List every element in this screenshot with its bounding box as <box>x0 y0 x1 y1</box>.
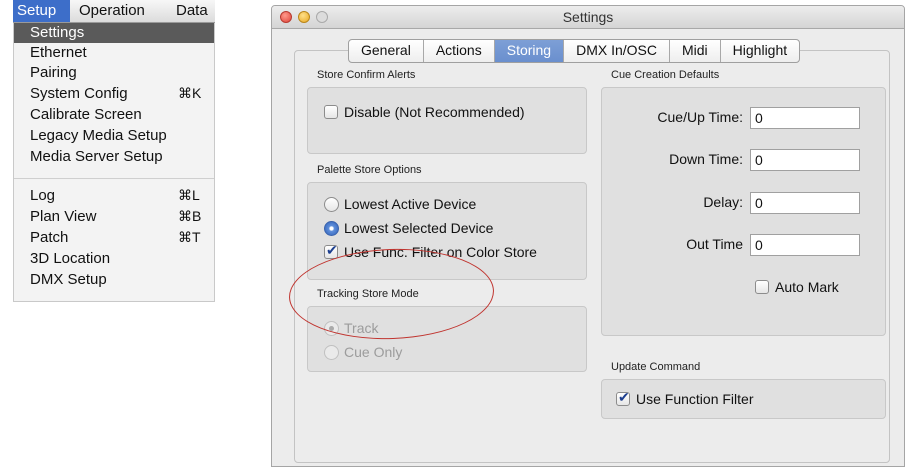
tab-actions[interactable]: Actions <box>424 40 495 62</box>
window-title: Settings <box>562 9 614 25</box>
radio-button-disabled <box>324 345 339 360</box>
menu-shortcut: ⌘L <box>178 187 200 203</box>
menu-item-pairing[interactable]: Pairing <box>14 63 214 83</box>
tab-storing[interactable]: Storing <box>494 40 565 62</box>
setup-dropdown: Settings Ethernet Pairing System Config ⌘… <box>13 23 215 302</box>
menu-item-label: Settings <box>30 24 85 41</box>
menu-item-label: Patch <box>30 229 69 246</box>
menu-item-system-config[interactable]: System Config ⌘K <box>14 84 214 104</box>
menu-item-plan-view[interactable]: Plan View ⌘B <box>14 207 214 227</box>
tab-highlight[interactable]: Highlight <box>721 40 799 62</box>
menu-shortcut: ⌘B <box>178 208 202 224</box>
tab-dmx-in-osc[interactable]: DMX In/OSC <box>564 40 670 62</box>
cue-defaults-group: Cue/Up Time: 0 Down Time: 0 Delay: 0 Out… <box>601 87 886 336</box>
cue-up-time-label: Cue/Up Time: <box>657 109 743 125</box>
checkbox-box <box>324 105 338 119</box>
menu-item-label: Legacy Media Setup <box>30 127 167 144</box>
delay-label: Delay: <box>703 194 743 210</box>
menu-shortcut: ⌘K <box>178 85 202 101</box>
menu-item-legacy-media-setup[interactable]: Legacy Media Setup <box>14 126 214 146</box>
menu-item-3d-location[interactable]: 3D Location <box>14 249 214 269</box>
menu-item-label: Ethernet <box>30 44 87 61</box>
menu-operation[interactable]: Operation <box>79 2 145 19</box>
auto-mark-label: Auto Mark <box>775 279 839 295</box>
menu-item-patch[interactable]: Patch ⌘T <box>14 228 214 248</box>
menu-item-label: Plan View <box>30 208 97 225</box>
checkbox-checked <box>616 389 630 406</box>
cue-defaults-title: Cue Creation Defaults <box>611 69 720 81</box>
checkbox-box <box>755 280 769 294</box>
menu-item-ethernet[interactable]: Ethernet <box>14 43 214 63</box>
tab-midi[interactable]: Midi <box>670 40 721 62</box>
menu-item-label: Calibrate Screen <box>30 106 142 123</box>
menu-item-dmx-setup[interactable]: DMX Setup <box>14 270 214 290</box>
out-time-field[interactable]: 0 <box>750 234 860 256</box>
tab-general[interactable]: General <box>349 40 424 62</box>
update-command-title: Update Command <box>611 361 701 373</box>
cue-up-time-field[interactable]: 0 <box>750 107 860 129</box>
menu-setup-label: Setup <box>17 2 57 19</box>
down-time-label: Down Time: <box>669 151 743 167</box>
delay-field[interactable]: 0 <box>750 192 860 214</box>
lowest-active-label: Lowest Active Device <box>344 196 477 212</box>
menu-item-settings[interactable]: Settings <box>14 23 214 43</box>
title-bar[interactable]: Settings <box>272 6 904 29</box>
window-content: General Actions Storing DMX In/OSC Midi … <box>272 29 904 466</box>
menu-item-media-server-setup[interactable]: Media Server Setup <box>14 147 214 167</box>
menu-item-label: System Config <box>30 85 128 102</box>
menu-setup[interactable]: Setup <box>13 0 70 22</box>
settings-window: Settings General Actions Storing DMX In/… <box>271 5 905 467</box>
store-confirm-group: Disable (Not Recommended) <box>307 87 587 154</box>
disable-alerts-label: Disable (Not Recommended) <box>344 104 525 120</box>
setup-menu: Setup Operation Data Settings Ethernet P… <box>13 0 215 302</box>
menu-item-label: 3D Location <box>30 250 111 267</box>
use-function-filter-label: Use Function Filter <box>636 391 754 407</box>
cue-only-label: Cue Only <box>344 344 403 360</box>
menu-item-label: DMX Setup <box>30 271 107 288</box>
menu-shortcut: ⌘T <box>178 229 201 245</box>
tab-bar: General Actions Storing DMX In/OSC Midi … <box>348 39 801 63</box>
radio-button <box>324 197 339 212</box>
menu-item-label: Log <box>30 187 56 204</box>
menu-item-log[interactable]: Log ⌘L <box>14 186 214 206</box>
store-confirm-title: Store Confirm Alerts <box>317 69 416 81</box>
update-command-group: Use Function Filter <box>601 379 886 419</box>
menu-data[interactable]: Data <box>176 2 208 19</box>
menu-item-label: Media Server Setup <box>30 148 163 165</box>
down-time-field[interactable]: 0 <box>750 149 860 171</box>
radio-button-selected <box>324 221 339 236</box>
lowest-selected-label: Lowest Selected Device <box>344 220 494 236</box>
menu-bar: Setup Operation Data <box>13 0 215 23</box>
palette-store-title: Palette Store Options <box>317 164 422 176</box>
menu-separator <box>14 178 214 179</box>
menu-item-label: Pairing <box>30 64 77 81</box>
menu-item-calibrate-screen[interactable]: Calibrate Screen <box>14 105 214 125</box>
out-time-label: Out Time <box>686 236 743 252</box>
